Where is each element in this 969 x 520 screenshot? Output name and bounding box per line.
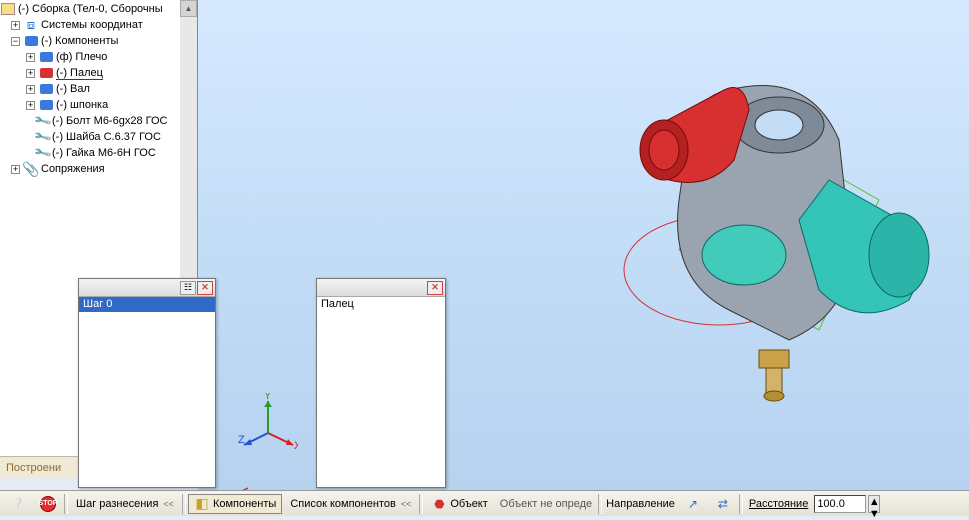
axis-gizmo: X Y Z bbox=[238, 393, 298, 453]
close-icon[interactable]: ✕ bbox=[197, 281, 213, 295]
tree-item[interactable]: 🔧 (-) Шайба C.6.37 ГОС bbox=[0, 129, 197, 145]
tree-item[interactable]: + (-) шпонка bbox=[0, 97, 197, 113]
tree-item[interactable]: 🔧 (-) Болт M6-6gx28 ГОС bbox=[0, 113, 197, 129]
tree-components[interactable]: − (-) Компоненты bbox=[0, 33, 197, 49]
tree-label: Системы координат bbox=[41, 19, 143, 31]
part-icon bbox=[38, 81, 54, 97]
reverse-icon: ⇄ bbox=[715, 496, 731, 512]
axis-z-label: Z bbox=[238, 434, 245, 446]
part-icon-red bbox=[38, 65, 54, 81]
tree-label: (-) шпонка bbox=[56, 99, 108, 111]
tree-item-selected[interactable]: + (-) Палец bbox=[0, 65, 197, 81]
tree-coord-systems[interactable]: + ⧈ Системы координат bbox=[0, 17, 197, 33]
expand-icon[interactable]: + bbox=[26, 69, 35, 78]
tree-root[interactable]: (-) Сборка (Тел-0, Сборочны bbox=[0, 1, 197, 17]
stop-icon: STOP bbox=[40, 496, 56, 512]
expand-icon[interactable]: + bbox=[26, 101, 35, 110]
chevron-left-icon: << bbox=[401, 499, 412, 509]
panel-titlebar[interactable]: ✕ bbox=[317, 279, 445, 297]
collapse-icon[interactable]: − bbox=[11, 37, 20, 46]
help-button[interactable]: ❔ bbox=[4, 494, 32, 514]
list-item-selected[interactable]: Шаг 0 bbox=[79, 297, 215, 312]
help-icon: ❔ bbox=[10, 496, 26, 512]
distance-input[interactable] bbox=[814, 495, 866, 513]
spin-up-icon[interactable]: ▲ bbox=[869, 496, 880, 508]
axis-y-label: Y bbox=[264, 393, 272, 402]
components-button[interactable]: ◧ Компоненты bbox=[188, 494, 282, 514]
tree-item[interactable]: + (ф) Плечо bbox=[0, 49, 197, 65]
tree-label: Сопряжения bbox=[41, 163, 105, 175]
component-list-panel[interactable]: ✕ Палец bbox=[316, 278, 446, 488]
tree-label: (-) Гайка M6-6H ГОС bbox=[52, 147, 156, 159]
part-icon bbox=[38, 97, 54, 113]
direction-pick-button[interactable]: ↗ bbox=[679, 494, 707, 514]
viewport-3d[interactable]: X Y Z bbox=[198, 0, 969, 496]
button-label: Список компонентов bbox=[290, 498, 396, 510]
wrench-icon: 🔧 bbox=[34, 129, 50, 145]
part-icon bbox=[23, 33, 39, 49]
tree-label: (-) Компоненты bbox=[41, 35, 118, 47]
tree-mates[interactable]: + 📎 Сопряжения bbox=[0, 161, 197, 177]
close-icon[interactable]: ✕ bbox=[427, 281, 443, 295]
stop-button[interactable]: STOP bbox=[34, 494, 62, 514]
paperclip-icon: 📎 bbox=[23, 161, 39, 177]
expand-icon[interactable]: + bbox=[26, 85, 35, 94]
component-list-button[interactable]: Список компонентов << bbox=[284, 494, 417, 514]
tree-item[interactable]: 🔧 (-) Гайка M6-6H ГОС bbox=[0, 145, 197, 161]
tree-label: (-) Вал bbox=[56, 83, 90, 95]
distance-spinner[interactable]: ▲▼ bbox=[868, 495, 880, 513]
model-3d bbox=[559, 30, 939, 430]
wrench-icon: 🔧 bbox=[34, 113, 50, 129]
direction-reverse-button[interactable]: ⇄ bbox=[709, 494, 737, 514]
panel-tool-button[interactable]: ☷ bbox=[180, 281, 196, 295]
coord-system-icon: ⧈ bbox=[23, 17, 39, 33]
button-label: Компоненты bbox=[213, 498, 276, 510]
step-list[interactable]: Шаг 0 bbox=[79, 297, 215, 487]
list-item-label: Шаг 0 bbox=[83, 298, 112, 310]
tree-label: (ф) Плечо bbox=[56, 51, 107, 63]
component-list[interactable]: Палец bbox=[317, 297, 445, 487]
assembly-icon bbox=[0, 1, 16, 17]
bottom-toolbar: ❔ STOP Шаг разнесения << ◧ Компоненты Сп… bbox=[0, 490, 969, 516]
tree-item[interactable]: + (-) Вал bbox=[0, 81, 197, 97]
object-button[interactable]: ⬣ Объект bbox=[425, 494, 493, 514]
tree-label: (-) Палец bbox=[56, 67, 103, 80]
axis-x-label: X bbox=[294, 440, 298, 452]
scroll-up-icon[interactable]: ▲ bbox=[180, 0, 197, 17]
expand-icon[interactable]: + bbox=[26, 53, 35, 62]
explode-step-button[interactable]: Шаг разнесения << bbox=[70, 494, 180, 514]
object-icon: ⬣ bbox=[431, 496, 447, 512]
expand-icon[interactable]: + bbox=[11, 165, 20, 174]
direction-label: Направление bbox=[604, 498, 677, 510]
object-status: Объект не опреде bbox=[496, 498, 596, 510]
step-list-panel[interactable]: ☷ ✕ Шаг 0 bbox=[78, 278, 216, 488]
wrench-icon: 🔧 bbox=[34, 145, 50, 161]
tree-tab-label: Построени bbox=[6, 462, 61, 474]
chevron-left-icon: << bbox=[163, 499, 174, 509]
spin-down-icon[interactable]: ▼ bbox=[869, 508, 880, 520]
distance-label: Расстояние bbox=[745, 498, 812, 510]
tree-root-label: (-) Сборка (Тел-0, Сборочны bbox=[18, 3, 163, 15]
part-icon bbox=[38, 49, 54, 65]
cube-icon: ◧ bbox=[194, 496, 210, 512]
panel-titlebar[interactable]: ☷ ✕ bbox=[79, 279, 215, 297]
list-item[interactable]: Палец bbox=[317, 297, 445, 312]
expand-icon[interactable]: + bbox=[11, 21, 20, 30]
tree-label: (-) Болт M6-6gx28 ГОС bbox=[52, 115, 167, 127]
direction-icon: ↗ bbox=[685, 496, 701, 512]
button-label: Объект bbox=[450, 498, 487, 510]
model-tree: (-) Сборка (Тел-0, Сборочны + ⧈ Системы … bbox=[0, 0, 197, 177]
tree-label: (-) Шайба C.6.37 ГОС bbox=[52, 131, 161, 143]
button-label: Шаг разнесения bbox=[76, 498, 158, 510]
list-item-label: Палец bbox=[321, 298, 354, 310]
